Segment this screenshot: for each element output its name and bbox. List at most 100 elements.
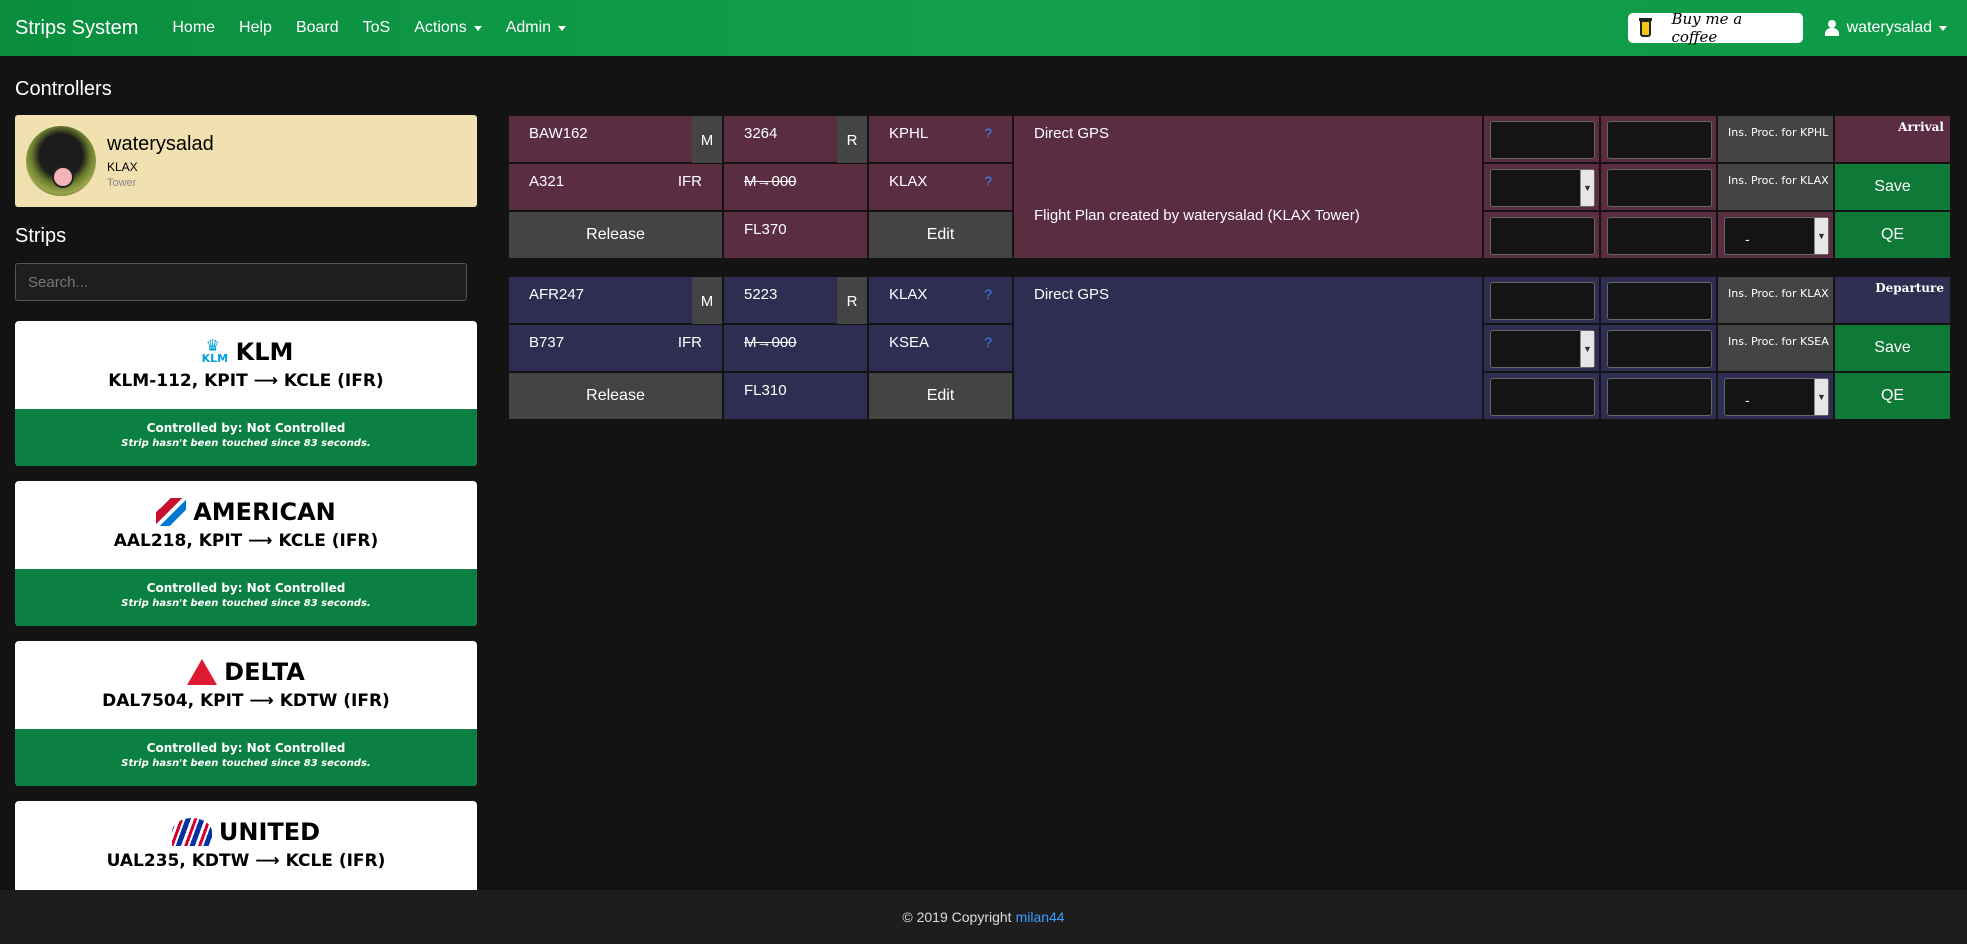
ins-proc-button[interactable]: Ins. Proc. for KLAX [1717,276,1834,324]
speed-cell[interactable]: M→000 [723,163,868,211]
text-input[interactable] [1490,121,1595,159]
flight-strip-arrival: BAW162 M A321 IFR Release 3264 R M→000 F… [508,115,1951,259]
user-icon [1824,20,1839,36]
speed: M→000 [744,334,797,351]
strip-route: DAL7504, KPIT ⟶ KDTW (IFR) [102,691,390,711]
destination-cell[interactable]: KLAX ? [868,163,1013,211]
strip-card-list: KLM KLM-112, KPIT ⟶ KCLE (IFR) Controlle… [0,321,490,890]
edit-button[interactable]: Edit [868,372,1013,420]
ins-proc-label: Ins. Proc. for KLAX [1728,287,1829,300]
qe-button[interactable]: QE [1834,211,1951,259]
destination-cell[interactable]: KSEA ? [868,324,1013,372]
buy-coffee-button[interactable]: Buy me a coffee [1627,10,1803,46]
text-input[interactable] [1490,217,1595,255]
route-text: Direct GPS [1034,125,1110,142]
squawk-tag: R [837,277,867,325]
origin-cell[interactable]: KPHL ? [868,115,1013,163]
avatar [26,126,96,196]
american-logo-icon [156,498,187,526]
strip-card[interactable]: UNITED UAL235, KDTW ⟶ KCLE (IFR) [15,801,477,890]
nav-tos[interactable]: ToS [363,19,391,37]
ins-proc-label: Ins. Proc. for KPHL [1728,126,1829,139]
author-link[interactable]: milan44 [1016,909,1065,925]
release-button[interactable]: Release [508,211,723,259]
chevron-down-icon: ▼ [1814,218,1828,254]
aircraft-cell[interactable]: B737 IFR [508,324,723,372]
aircraft-type: B737 [529,334,565,351]
strip-card[interactable]: KLM KLM-112, KPIT ⟶ KCLE (IFR) Controlle… [15,321,477,466]
strip-route: AAL218, KPIT ⟶ KCLE (IFR) [113,531,379,551]
question-icon[interactable]: ? [984,125,992,141]
question-icon[interactable]: ? [984,173,992,189]
save-button[interactable]: Save [1834,324,1951,372]
origin-cell[interactable]: KLAX ? [868,276,1013,324]
airline-name: DELTA [224,658,305,686]
text-input[interactable] [1607,378,1712,416]
qe-button[interactable]: QE [1834,372,1951,420]
chevron-down-icon [1939,25,1947,31]
squawk-cell[interactable]: 5223 R [723,276,868,325]
nav-actions-dropdown[interactable]: Actions [414,19,482,37]
text-input[interactable] [1607,217,1712,255]
status-select[interactable]: - ▼ [1724,378,1829,416]
navbar: Strips System Home Help Board ToS Action… [0,0,1967,56]
nav-board[interactable]: Board [296,19,339,37]
select-dropdown[interactable]: ▼ [1490,330,1595,368]
united-logo-icon [171,818,212,846]
save-button[interactable]: Save [1834,163,1951,211]
user-name: waterysalad [1846,19,1932,36]
search-input[interactable] [15,263,467,301]
strip-route: KLM-112, KPIT ⟶ KCLE (IFR) [108,371,384,391]
speed-cell[interactable]: M→000 [723,324,868,372]
strips-heading: Strips [15,225,67,247]
ins-proc-button[interactable]: Ins. Proc. for KPHL [1717,115,1834,163]
select-value: - [1745,231,1750,247]
controller-position: Tower [107,177,137,189]
strip-type-cell: Arrival [1834,115,1951,163]
buy-coffee-label: Buy me a coffee [1671,10,1743,46]
altitude-cell[interactable]: FL370 [723,211,868,259]
chevron-down-icon [558,25,567,31]
flight-strip-departure: AFR247 M B737 IFR Release 5223 R M→000 F… [508,276,1951,420]
route-cell[interactable]: Direct GPS [1013,276,1483,420]
strip-card[interactable]: DELTA DAL7504, KPIT ⟶ KDTW (IFR) Control… [15,641,477,786]
user-dropdown[interactable]: waterysalad [1824,19,1947,37]
wake-category: M [692,277,722,325]
flight-rules: IFR [677,173,702,190]
status-select[interactable]: - ▼ [1724,217,1829,255]
text-input[interactable] [1607,169,1712,207]
squawk-cell[interactable]: 3264 R [723,115,868,164]
remarks-text: Flight Plan created by waterysalad (KLAX… [1034,207,1360,224]
ins-proc-button[interactable]: Ins. Proc. for KLAX [1717,163,1834,211]
callsign-cell[interactable]: BAW162 M [508,115,723,164]
text-input[interactable] [1607,121,1712,159]
altitude-cell[interactable]: FL310 [723,372,868,420]
nav-home[interactable]: Home [172,19,215,37]
select-dropdown[interactable]: ▼ [1490,169,1595,207]
delta-logo-icon [187,659,218,685]
strip-route: UAL235, KDTW ⟶ KCLE (IFR) [106,851,386,871]
release-button[interactable]: Release [508,372,723,420]
callsign-cell[interactable]: AFR247 M [508,276,723,325]
question-icon[interactable]: ? [984,286,992,302]
nav-help[interactable]: Help [239,19,272,37]
question-icon[interactable]: ? [984,334,992,350]
text-input[interactable] [1490,282,1595,320]
ins-proc-button[interactable]: Ins. Proc. for KSEA [1717,324,1834,372]
edit-button[interactable]: Edit [868,211,1013,259]
aircraft-type: A321 [529,173,565,190]
text-input[interactable] [1607,330,1712,368]
strip-card[interactable]: AMERICAN AAL218, KPIT ⟶ KCLE (IFR) Contr… [15,481,477,626]
nav-admin-dropdown[interactable]: Admin [506,19,567,37]
aircraft-cell[interactable]: A321 IFR [508,163,723,211]
destination: KSEA [889,334,930,351]
airline-name: UNITED [218,818,321,846]
touched-status: Strip hasn't been touched since 83 secon… [121,598,371,609]
route-cell[interactable]: Direct GPS Flight Plan created by watery… [1013,115,1483,259]
squawk: 3264 [744,125,778,142]
squawk-tag: R [837,116,867,164]
chevron-down-icon: ▼ [1580,170,1594,206]
brand[interactable]: Strips System [15,17,138,40]
text-input[interactable] [1607,282,1712,320]
text-input[interactable] [1490,378,1595,416]
